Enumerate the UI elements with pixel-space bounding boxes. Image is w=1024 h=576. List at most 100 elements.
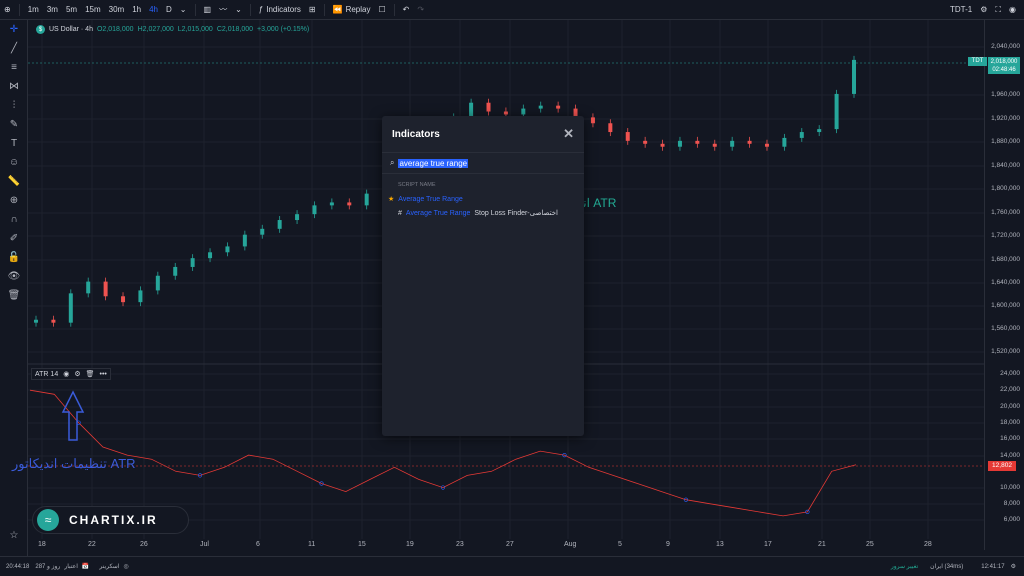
line-chart-icon[interactable]: 〰 xyxy=(215,0,231,20)
candle xyxy=(208,252,213,259)
atr-legend[interactable]: ATR 14 ◉ ⚙ 🗑 ••• xyxy=(31,368,111,380)
legend-high: H2,027,000 xyxy=(137,26,174,33)
time-axis[interactable]: 18 22 26 Jul 6 11 15 19 23 27 Aug 5 9 13 17 21 25 28 xyxy=(28,539,984,551)
interval-1h[interactable]: 1h xyxy=(128,0,145,20)
symbol-legend: $ US Dollar · 4h O2,018,000 H2,027,000 L… xyxy=(36,25,309,34)
trendline-icon[interactable]: ╱ xyxy=(0,39,28,58)
add-symbol-icon[interactable]: ⊕ xyxy=(0,0,15,20)
indicators-label: Indicators xyxy=(266,5,301,14)
close-icon[interactable]: ✕ xyxy=(563,126,574,142)
more-icon[interactable]: ••• xyxy=(100,371,107,378)
candle xyxy=(225,246,230,253)
price-tick: 1,720,000 xyxy=(991,232,1020,239)
star-icon[interactable]: ★ xyxy=(388,195,394,203)
emoji-icon[interactable]: ☺ xyxy=(0,153,28,172)
atr-tick: 8,000 xyxy=(1003,500,1020,507)
search-bar[interactable]: ⌕ average true range xyxy=(382,152,584,174)
price-tick: 1,960,000 xyxy=(991,91,1020,98)
candle xyxy=(556,105,561,109)
candle xyxy=(503,111,508,115)
legend-low: L2,015,000 xyxy=(177,26,213,33)
stay-drawing-icon[interactable]: ✐ xyxy=(0,229,28,248)
candle xyxy=(521,108,526,115)
brush-icon[interactable]: ✎ xyxy=(0,115,28,134)
atr-tick: 16,000 xyxy=(1000,435,1020,442)
top-toolbar: ⊕ 1m 3m 5m 15m 30m 1h 4h D ⌄ ▥ 〰 ⌄ ƒ Indi… xyxy=(0,0,1024,20)
logo-text: CHARTIX.IR xyxy=(69,513,158,527)
candle xyxy=(86,281,91,294)
interval-d[interactable]: D xyxy=(162,0,176,20)
undo-icon[interactable]: ↶ xyxy=(399,0,414,20)
search-input[interactable]: average true range xyxy=(398,158,469,168)
settings-icon[interactable]: ⚙ xyxy=(74,370,80,378)
result-row[interactable]: ★ Average True Range xyxy=(382,192,584,206)
candle xyxy=(277,220,282,229)
candles-icon[interactable]: ▥ xyxy=(200,0,216,20)
candle xyxy=(155,275,160,291)
symbol-name[interactable]: US Dollar · 4h xyxy=(49,26,93,33)
indicators-button[interactable]: ƒ Indicators xyxy=(255,0,305,20)
server-switch[interactable]: تغییر سرور xyxy=(891,563,918,570)
trash-icon[interactable]: 🗑 xyxy=(0,286,28,305)
chevron-down-icon[interactable]: ⌄ xyxy=(231,0,246,20)
candle xyxy=(782,137,787,147)
candle xyxy=(625,132,630,141)
eye-icon[interactable]: ◉ xyxy=(63,370,69,378)
fullscreen-icon[interactable]: ⛶ xyxy=(995,5,1001,15)
time-tick: 26 xyxy=(140,541,148,548)
price-tick: 1,920,000 xyxy=(991,115,1020,122)
lock-icon[interactable]: 🔓 xyxy=(0,248,28,267)
ruler-icon[interactable]: 📏 xyxy=(0,172,28,191)
magnet-icon[interactable]: ∩ xyxy=(0,210,28,229)
candle xyxy=(312,205,317,215)
crosshair-icon[interactable]: ✛ xyxy=(0,20,28,39)
candle xyxy=(747,140,752,144)
trash-icon[interactable]: 🗑 xyxy=(86,370,95,378)
time-tick: Jul xyxy=(200,541,209,548)
candle xyxy=(643,140,648,144)
interval-4h[interactable]: 4h xyxy=(145,0,162,20)
interval-30m[interactable]: 30m xyxy=(105,0,129,20)
atr-tick: 14,000 xyxy=(1000,452,1020,459)
interval-3m[interactable]: 3m xyxy=(43,0,62,20)
checkbox-icon[interactable]: ☐ xyxy=(374,0,389,20)
replay-button[interactable]: ⏪ Replay xyxy=(329,0,375,20)
calendar-icon[interactable]: 📅 xyxy=(82,563,89,570)
zoom-icon[interactable]: ⊕ xyxy=(0,191,28,210)
candle xyxy=(68,293,73,323)
time-tick: 13 xyxy=(716,541,724,548)
settings-icon[interactable]: ⚙ xyxy=(1011,563,1016,570)
camera-icon[interactable]: ◉ xyxy=(1009,5,1016,14)
interval-15m[interactable]: 15m xyxy=(81,0,105,20)
logo-icon: ≈ xyxy=(37,509,59,531)
prediction-icon[interactable]: ⫶ xyxy=(0,96,28,115)
candle xyxy=(834,93,839,130)
time-tick: 23 xyxy=(456,541,464,548)
search-icon: ⌕ xyxy=(390,158,395,167)
time-tick: 22 xyxy=(88,541,96,548)
time-tick: 19 xyxy=(406,541,414,548)
time-tick: 21 xyxy=(818,541,826,548)
screener-button[interactable]: اسکرینر xyxy=(99,563,119,570)
interval-5m[interactable]: 5m xyxy=(62,0,81,20)
star-icon[interactable]: ☆ xyxy=(0,526,28,545)
legend-close: C2,018,000 xyxy=(216,26,254,33)
candle xyxy=(103,281,108,297)
candle xyxy=(764,143,769,147)
eye-icon[interactable]: 👁 xyxy=(0,267,28,286)
pattern-icon[interactable]: ⋈ xyxy=(0,77,28,96)
layouts-icon[interactable]: ⊞ xyxy=(305,0,320,20)
candle xyxy=(730,140,735,147)
result-row[interactable]: # Average True Range Stop Loss Finder-اخ… xyxy=(382,206,584,220)
interval-1m[interactable]: 1m xyxy=(24,0,43,20)
chevron-down-icon[interactable]: ⌄ xyxy=(176,0,191,20)
dollar-icon: $ xyxy=(36,25,45,34)
symbol-code[interactable]: TDT-1 xyxy=(950,5,972,14)
settings-icon[interactable]: ⚙ xyxy=(980,5,987,14)
fib-icon[interactable]: ≡ xyxy=(0,58,28,77)
redo-icon[interactable]: ↷ xyxy=(413,0,428,20)
price-tick: 1,680,000 xyxy=(991,256,1020,263)
candle xyxy=(138,290,143,303)
text-icon[interactable]: T xyxy=(0,134,28,153)
atr-tick: 22,000 xyxy=(1000,386,1020,393)
